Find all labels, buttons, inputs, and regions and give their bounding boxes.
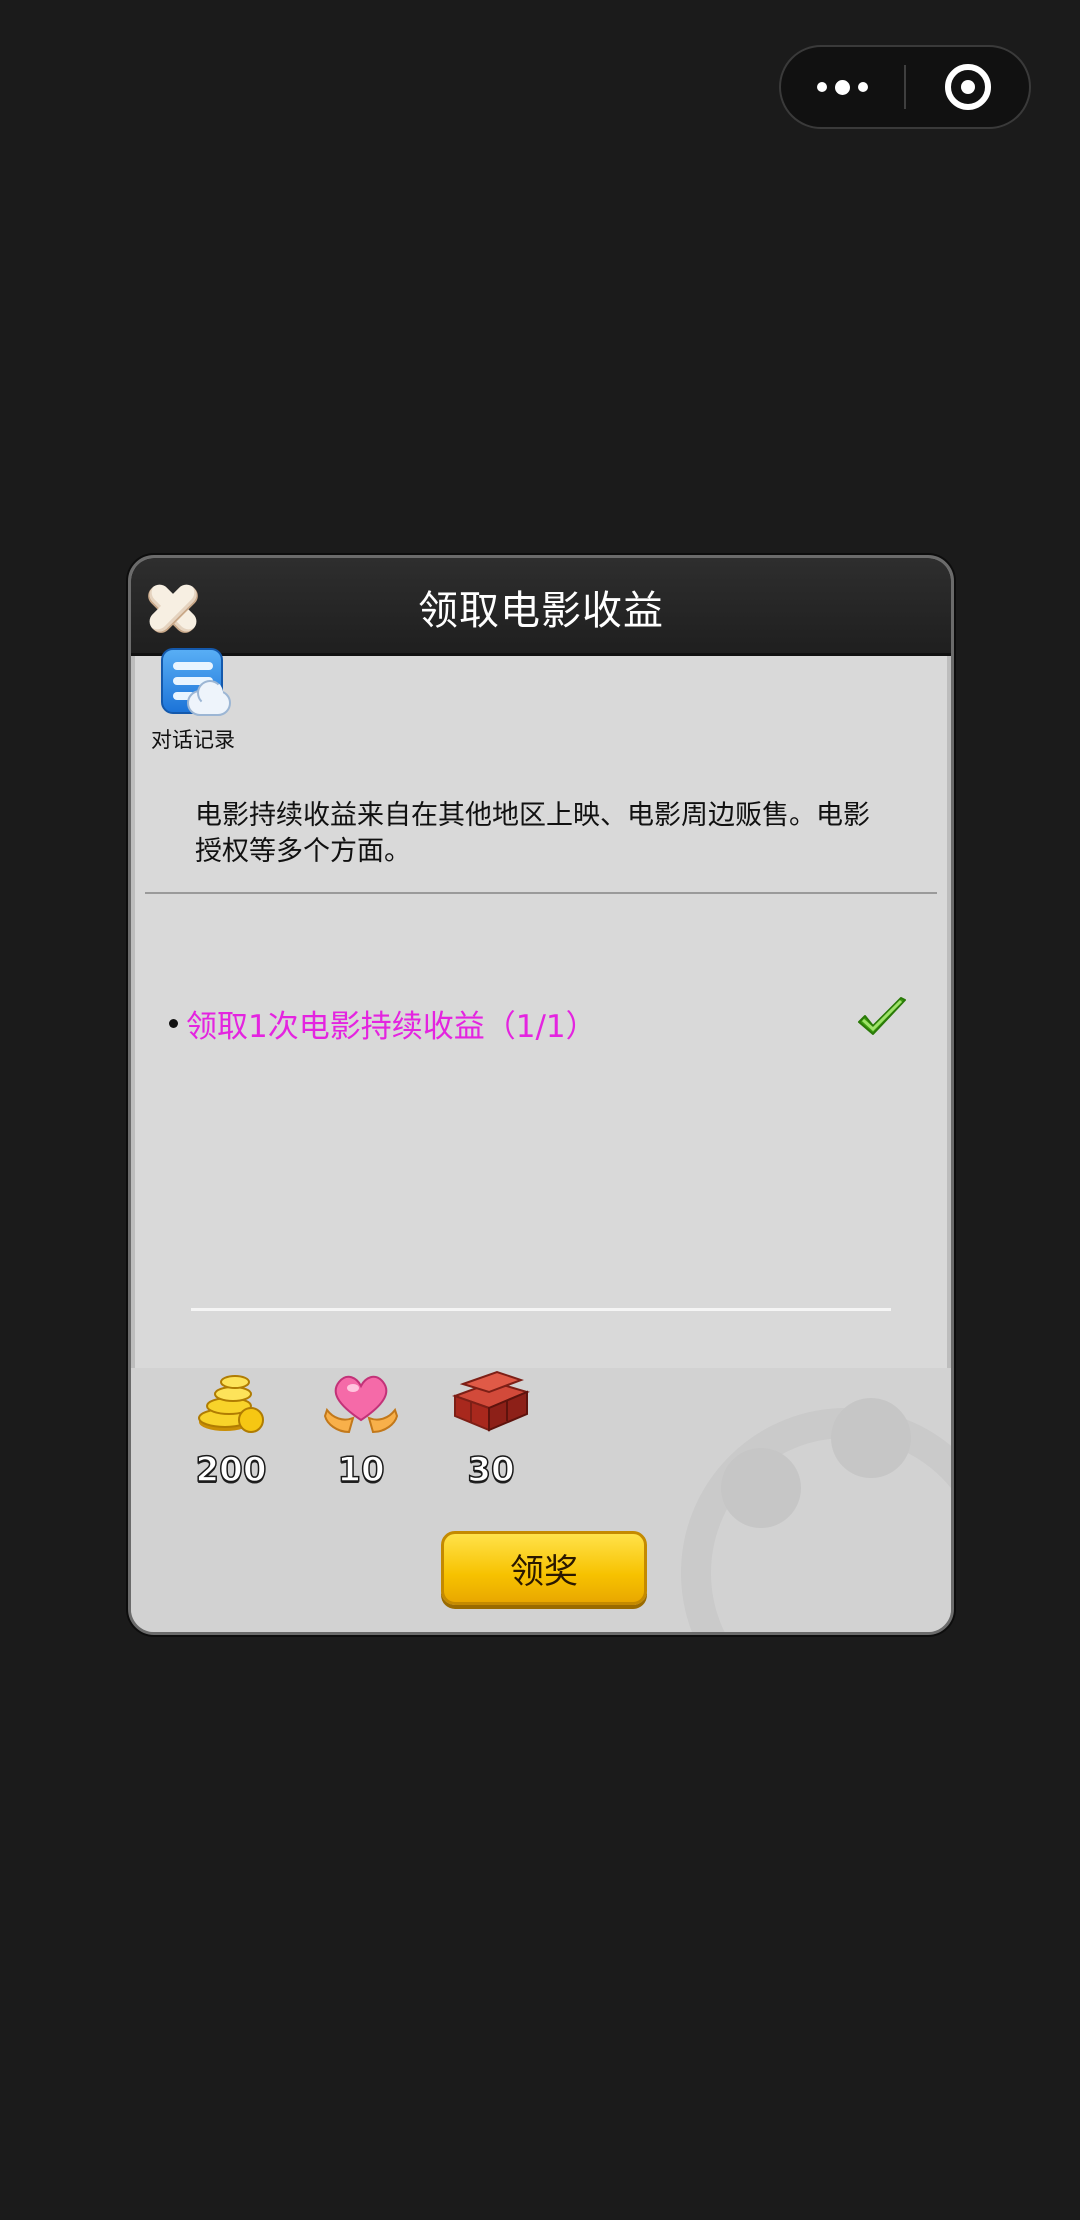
film-reel-decoration xyxy=(681,1408,951,1632)
chat-record-icon xyxy=(153,646,233,722)
heart-hands-icon xyxy=(323,1375,399,1434)
reward-item: 10 xyxy=(319,1358,403,1491)
gold-coins-icon xyxy=(198,1375,264,1433)
task-text: 领取1次电影持续收益（1/1） xyxy=(186,1008,597,1045)
dialog-header: 领取电影收益 xyxy=(131,558,951,656)
reward-item: 30 xyxy=(449,1358,533,1491)
task-item: 领取1次电影持续收益（1/1） xyxy=(169,997,909,1048)
more-button[interactable] xyxy=(781,47,904,127)
target-circle-icon xyxy=(944,64,991,110)
section-divider xyxy=(145,892,937,894)
more-dots-icon xyxy=(817,79,868,95)
reward-value: 10 xyxy=(337,1449,386,1491)
miniprogram-capsule xyxy=(779,45,1031,129)
exit-button[interactable] xyxy=(906,47,1029,127)
rewards-row: 200 10 30 xyxy=(189,1358,533,1491)
film-reel-hole xyxy=(721,1448,801,1528)
claim-movie-income-dialog: 领取电影收益 对话记录 电影持续收益来自在其他地区上映、电影周边贩售。电影授权等… xyxy=(128,555,954,1635)
chat-record-button[interactable]: 对话记录 xyxy=(143,646,243,754)
claim-reward-button[interactable]: 领奖 xyxy=(441,1531,647,1605)
income-description: 电影持续收益来自在其他地区上映、电影周边贩售。电影授权等多个方面。 xyxy=(195,800,870,867)
green-check-icon xyxy=(858,997,906,1035)
reward-value: 30 xyxy=(467,1449,516,1491)
bricks-icon xyxy=(452,1370,530,1432)
reward-value: 200 xyxy=(195,1449,267,1491)
dialog-title: 领取电影收益 xyxy=(418,588,664,634)
bullet-point xyxy=(169,1018,178,1028)
reward-item: 200 xyxy=(189,1358,273,1491)
chat-record-label: 对话记录 xyxy=(151,728,235,752)
film-reel-hole xyxy=(831,1398,911,1478)
reward-divider xyxy=(191,1308,891,1311)
